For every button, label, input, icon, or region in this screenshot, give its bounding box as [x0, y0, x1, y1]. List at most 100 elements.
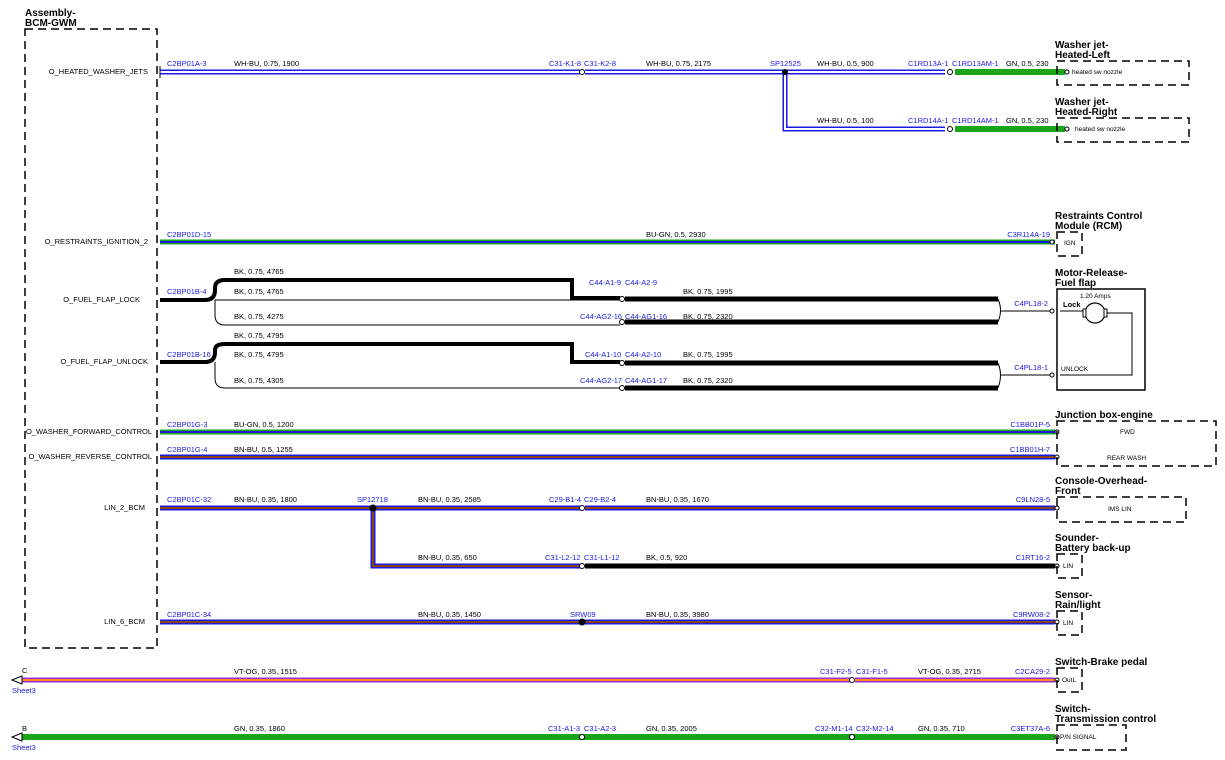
wire-label: BN-BU, 0.35, 650 [418, 553, 477, 562]
signal-heated-washer: O_HEATED_WASHER_JETS [49, 67, 148, 76]
pin-label: C1RD14AM-1 [952, 116, 999, 125]
pin-label: C44-A2-9 [625, 278, 657, 287]
component-pin-label: IGN [1064, 240, 1076, 247]
pin-label: C31-F1-5 [856, 667, 888, 676]
pin-label: C31-K2-8 [584, 59, 616, 68]
connector-circle [1049, 372, 1055, 378]
wire-label: GN, 0.5, 230 [1006, 116, 1049, 125]
signal-restraints: O_RESTRAINTS_IGNITION_2 [45, 237, 148, 246]
connector-circle [619, 296, 625, 302]
wire-bk-4765-upper [160, 278, 620, 302]
pin-label: C3R114A-19 [1007, 230, 1050, 239]
wire-label: BK, 0.75, 2320 [683, 376, 733, 385]
pin-label: SP12525 [770, 59, 801, 68]
pin-label: C4PL18-2 [1014, 299, 1048, 308]
motor-brush-icon [1082, 308, 1087, 318]
pin-label: C44-AG1-16 [625, 312, 667, 321]
connectors [159, 66, 1070, 740]
component-washer-left: Washer jet- Heated-Left heated sw nozzle [1055, 40, 1190, 86]
component-fuel-flap: Motor-Release- Fuel flap 1.20 Amps Lock … [1055, 268, 1146, 391]
connector-circle [619, 360, 625, 366]
connector-circle [579, 563, 585, 569]
wire-label: BK, 0.75, 1995 [683, 287, 733, 296]
pin-label: C31-A2-3 [584, 724, 616, 733]
connector-circle [619, 385, 625, 391]
pin-label: C29-B1-4 [549, 495, 581, 504]
pin-labels: C2BP01A-3 C31-K1-8 C31-K2-8 SP12525 C1RD… [167, 59, 1050, 733]
bcm-assembly: Assembly- BCM-GWM O_HEATED_WASHER_JETS O… [24, 8, 158, 649]
pin-label: C2BP01C-32 [167, 495, 211, 504]
bcm-outline [24, 28, 158, 649]
connector-circle [849, 677, 855, 683]
component-rcm: Restraints Control Module (RCM) IGN [1055, 211, 1142, 257]
component-pin-label: LIN [1063, 620, 1073, 627]
pin-label: C1RD13A-1 [908, 59, 948, 68]
wire-label: BN-BU, 0.35, 2585 [418, 495, 481, 504]
motor-brush-icon [1103, 308, 1108, 318]
pin-label: C1RD14A-1 [908, 116, 948, 125]
pin-label: SP12718 [357, 495, 388, 504]
wire-label: BK, 0.75, 2320 [683, 312, 733, 321]
junction-rear-label: REAR WASH [1107, 455, 1146, 462]
wire-label: BK, 0.5, 920 [646, 553, 687, 562]
component-title: Rain/light [1055, 600, 1101, 611]
wire-label: WH-BU, 0.75, 1900 [234, 59, 299, 68]
connector-circle [579, 505, 585, 511]
pin-label: C2BP01G-3 [167, 420, 207, 429]
wire-label: BN-BU, 0.35, 1670 [646, 495, 709, 504]
wire-label: BK, 0.75, 4795 [234, 331, 284, 340]
pin-label: C1RT16-2 [1016, 553, 1050, 562]
pin-label: C31-K1-8 [549, 59, 581, 68]
connector-circle [947, 69, 953, 75]
wire-label: BK, 0.75, 1995 [683, 350, 733, 359]
wire-label: BN-BU, 0.35, 3980 [646, 610, 709, 619]
pin-label: C32-M2-14 [856, 724, 894, 733]
pin-label: C2BP01B-4 [167, 287, 207, 296]
component-transmission-switch: Switch- Transmission control P/N SIGNAL [1055, 704, 1156, 751]
pin-label: C32-M1-14 [815, 724, 853, 733]
component-washer-right: Washer jet- Heated-Right heated sw nozzl… [1055, 97, 1190, 143]
offsheet-letter-c: C [22, 666, 28, 675]
wire-label: BU-GN, 0.5, 2930 [646, 230, 706, 239]
splice-dot [782, 69, 788, 75]
pin-label: C44-A2-10 [625, 350, 661, 359]
wire-label: BK, 0.75, 4765 [234, 267, 284, 276]
pin-label: C44-AG2-17 [580, 376, 622, 385]
offsheet-sheet-c[interactable]: Sheet3 [12, 686, 36, 695]
wire-label: BK, 0.75, 4765 [234, 287, 284, 296]
pin-label: C9RW08-2 [1013, 610, 1050, 619]
wire-label: GN, 0.35, 1860 [234, 724, 285, 733]
wire-label: WH-BU, 0.5, 100 [817, 116, 874, 125]
pin-label: C2BP01A-3 [167, 59, 207, 68]
connector-circle [579, 734, 585, 740]
component-rain-sensor: Sensor- Rain/light LIN [1055, 590, 1101, 636]
pin-label: C31-A1-3 [548, 724, 580, 733]
wire-labels: WH-BU, 0.75, 1900 WH-BU, 0.75, 2175 WH-B… [234, 59, 1049, 733]
pin-label: C9LN28-5 [1016, 495, 1050, 504]
component-console: Console-Overhead- Front IMS LIN [1055, 476, 1187, 523]
connector-circle [947, 126, 953, 132]
pin-label: C44-A1-10 [585, 350, 621, 359]
component-junction-box: Junction box-engine FWD REAR WASH [1055, 410, 1217, 467]
component-title: Module (RCM) [1055, 221, 1122, 232]
pin-label: C2BP01D-15 [167, 230, 211, 239]
signal-washer-fwd: O_WASHER_FORWARD_CONTROL [26, 427, 152, 436]
component-title: Battery back-up [1055, 543, 1131, 554]
junction-fwd-label: FWD [1120, 429, 1135, 436]
connector-circle [1064, 126, 1070, 132]
pin-label: C4PL18-1 [1014, 363, 1048, 372]
wire-label: BU-GN, 0.5, 1200 [234, 420, 294, 429]
wire-label: BN-BU, 0.35, 1800 [234, 495, 297, 504]
component-sounder: Sounder- Battery back-up LIN [1055, 533, 1131, 579]
pin-label: C2BP01B-16 [167, 350, 211, 359]
wiring-diagram: Assembly- BCM-GWM O_HEATED_WASHER_JETS O… [10, 8, 1217, 752]
offsheet-sheet-b[interactable]: Sheet3 [12, 743, 36, 752]
connector-circle [1054, 505, 1060, 511]
motor-rating: 1.20 Amps [1080, 293, 1111, 300]
connector-circle [1049, 239, 1055, 245]
splice-dots [369, 69, 788, 626]
wire-label: BK, 0.75, 4275 [234, 312, 284, 321]
signal-lin2: LIN_2_BCM [104, 503, 145, 512]
motor-icon [1084, 302, 1106, 324]
component-pin-label: OutL [1062, 677, 1076, 684]
